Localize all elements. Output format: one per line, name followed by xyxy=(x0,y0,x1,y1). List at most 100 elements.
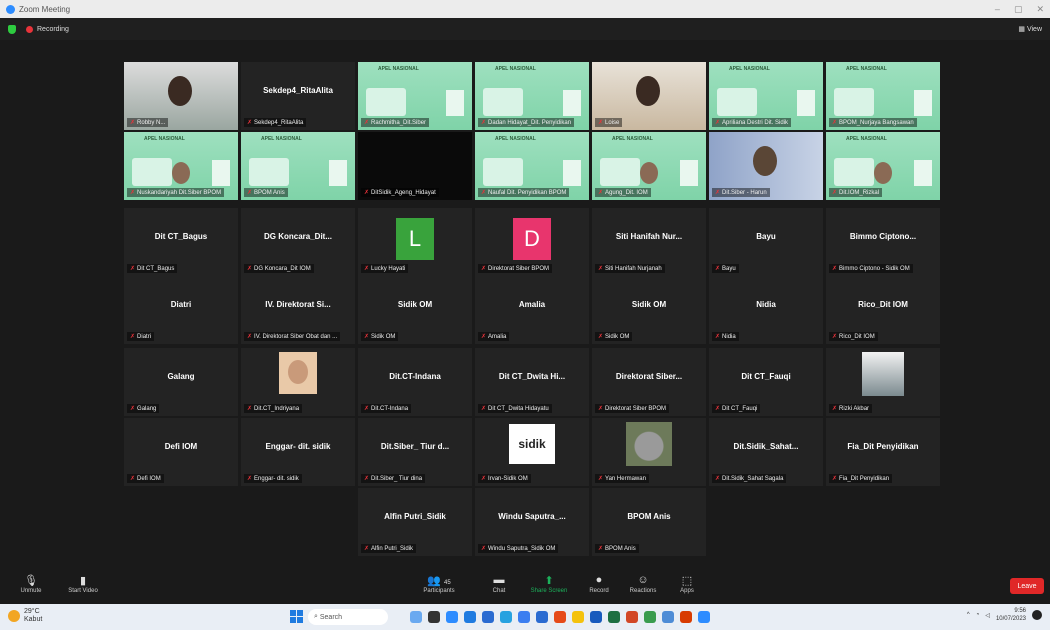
participant-tile[interactable]: APEL NASIONAL ✗ BPOM Anis xyxy=(241,132,355,200)
participant-tile[interactable]: DG Koncara_Dit... ✗ DG Koncara_Dit IOM xyxy=(241,208,355,276)
participant-tile[interactable]: ✗ Dit.CT_Indriyana xyxy=(241,348,355,416)
edge-icon[interactable] xyxy=(464,611,476,623)
participant-tile[interactable]: ✗ DitSidik_Ageng_Hidayat xyxy=(358,132,472,200)
participant-name-text: Direktorat Siber BPOM xyxy=(605,406,667,412)
windows-start-icon[interactable] xyxy=(290,610,303,623)
participant-tile[interactable]: Diatri ✗ Diatri xyxy=(124,276,238,344)
chrome-icon[interactable] xyxy=(554,611,566,623)
participant-tile[interactable]: APEL NASIONAL ✗ Apriliana Destri Dit. Sidi… xyxy=(709,62,823,130)
participant-tile[interactable]: Dit CT_Fauqi ✗ Dit CT_Fauqi xyxy=(709,348,823,416)
notification-icon[interactable] xyxy=(1032,610,1042,620)
participant-tile[interactable]: APEL NASIONAL ✗ Naufal Dit. Penyidikan BPO… xyxy=(475,132,589,200)
participant-tile[interactable]: APEL NASIONAL ✗ Nuskandariyah Dit.Siber BP… xyxy=(124,132,238,200)
close-icon[interactable]: ✕ xyxy=(1036,4,1044,15)
participant-tile[interactable]: Dit.CT-Indana ✗ Dit.CT-Indana xyxy=(358,348,472,416)
zoom-taskbar-icon[interactable] xyxy=(446,611,458,623)
participant-tile[interactable]: Rico_Dit IOM ✗ Rico_Dit IOM xyxy=(826,276,940,344)
outlook-icon[interactable] xyxy=(536,611,548,623)
share-screen-button[interactable]: ⬆ Share Screen xyxy=(524,574,574,594)
participant-tile[interactable]: sidik ✗ Irvan-Sidik OM xyxy=(475,418,589,486)
taskbar-search[interactable]: ⌕ Search xyxy=(308,609,388,625)
participant-tile[interactable]: Siti Hanifah Nur... ✗ Siti Hanifah Nurjana… xyxy=(592,208,706,276)
participant-tile[interactable]: APEL NASIONAL ✗ BPOM_Nurjaya Bangsawan xyxy=(826,62,940,130)
excel-icon[interactable] xyxy=(608,611,620,623)
widgets-icon[interactable] xyxy=(428,611,440,623)
poster-illustration xyxy=(834,158,874,186)
participant-tile[interactable]: Bayu ✗ Bayu xyxy=(709,208,823,276)
participant-tile[interactable]: ✗ Dit.Siber - Harun xyxy=(709,132,823,200)
record-label: Record xyxy=(589,588,609,594)
apps-button[interactable]: ⬚ Apps xyxy=(662,574,712,594)
zoom-app-icon[interactable] xyxy=(698,611,710,623)
participant-tile[interactable]: Nidia ✗ Nidia xyxy=(709,276,823,344)
participant-tile[interactable]: Amalia ✗ Amalia xyxy=(475,276,589,344)
wifi-icon[interactable]: ◔ xyxy=(976,612,980,618)
mail-icon[interactable] xyxy=(482,611,494,623)
participant-tile[interactable]: Fia_Dit Penyidikan ✗ Fia_Dit Penyidikan xyxy=(826,418,940,486)
task-view-icon[interactable] xyxy=(410,611,422,623)
participant-tile[interactable]: ✗ Yan Hermawan xyxy=(592,418,706,486)
minimize-icon[interactable]: – xyxy=(995,4,1000,15)
participant-name-text: DG Koncara_Dit IOM xyxy=(254,266,311,272)
participant-tile[interactable]: Dit.Siber_ Tiur d... ✗ Dit.Siber_ Tiur din… xyxy=(358,418,472,486)
participant-tile[interactable]: ✗ Loise xyxy=(592,62,706,130)
store-icon[interactable] xyxy=(644,611,656,623)
participant-display-name: Sidik OM xyxy=(631,300,667,309)
view-button[interactable]: ▦ View xyxy=(1018,25,1042,33)
start-video-button[interactable]: ▮ Start Video xyxy=(58,574,108,594)
participant-tile[interactable]: APEL NASIONAL ✗ Agung_Dit. IOM xyxy=(592,132,706,200)
participant-tile[interactable]: Dit CT_Bagus ✗ Dit CT_Bagus xyxy=(124,208,238,276)
participant-tile[interactable]: APEL NASIONAL ✗ Rachmitha_Dit.Siber xyxy=(358,62,472,130)
chevron-up-icon[interactable]: ^ xyxy=(967,612,970,618)
participant-tile[interactable]: ✗ Rizki Akbar xyxy=(826,348,940,416)
participant-name-label: ✗ Dit.Siber_ Tiur dina xyxy=(361,474,426,483)
participant-name-text: Irvan-Sidik OM xyxy=(488,476,528,482)
reactions-button[interactable]: ☺ Reactions xyxy=(618,574,668,594)
record-button[interactable]: ● Record xyxy=(574,574,624,594)
participant-tile[interactable]: Sekdep4_RitaAlita ✗ Sekdep4_RitaAlita xyxy=(241,62,355,130)
participant-tile[interactable]: Sidik OM ✗ Sidik OM xyxy=(592,276,706,344)
security-shield-icon[interactable] xyxy=(8,24,16,34)
participant-tile[interactable]: APEL NASIONAL ✗ Dadan Hidayat_Dit. Penyidi… xyxy=(475,62,589,130)
leave-button[interactable]: Leave xyxy=(1010,578,1044,594)
photos-icon[interactable] xyxy=(662,611,674,623)
participant-tile[interactable]: BPOM Anis ✗ BPOM Anis xyxy=(592,488,706,556)
browser-icon[interactable] xyxy=(518,611,530,623)
participant-name-label: ✗ Dit CT_Bagus xyxy=(127,264,178,273)
unmute-button[interactable]: 🎙 Unmute xyxy=(6,574,56,594)
participant-tile[interactable]: Galang ✗ Galang xyxy=(124,348,238,416)
telegram-icon[interactable] xyxy=(500,611,512,623)
participant-name-label: ✗ Fia_Dit Penyidikan xyxy=(829,474,893,483)
participant-tile[interactable]: Sidik OM ✗ Sidik OM xyxy=(358,276,472,344)
participant-name-label: ✗ Rizki Akbar xyxy=(829,404,873,413)
speaker-icon[interactable]: ◁ xyxy=(985,612,990,619)
participant-tile[interactable]: D ✗ Direktorat Siber BPOM xyxy=(475,208,589,276)
participant-name-label: ✗ Dit.CT-Indana xyxy=(361,404,412,413)
participant-tile[interactable]: Direktorat Siber... ✗ Direktorat Siber BPO… xyxy=(592,348,706,416)
mic-muted-icon: ✗ xyxy=(598,334,604,340)
word-icon[interactable] xyxy=(590,611,602,623)
participant-tile[interactable]: Dit CT_Dwita Hi... ✗ Dit CT_Dwita Hidayatu xyxy=(475,348,589,416)
participant-tile[interactable]: L ✗ Lucky Hayati xyxy=(358,208,472,276)
participant-tile[interactable]: Dit.Sidik_Sahat... ✗ Dit.Sidik_Sahat Sagal… xyxy=(709,418,823,486)
file-explorer-icon[interactable] xyxy=(572,611,584,623)
participant-tile[interactable]: IV. Direktorat Si... ✗ IV. Direktorat Sibe… xyxy=(241,276,355,344)
participant-tile[interactable]: Bimmo Ciptono... ✗ Bimmo Ciptono - Sidik O… xyxy=(826,208,940,276)
participant-tile[interactable]: Alfin Putri_Sidik ✗ Alfin Putri_Sidik xyxy=(358,488,472,556)
maximize-icon[interactable]: ▢ xyxy=(1014,4,1023,15)
office-icon[interactable] xyxy=(680,611,692,623)
participant-tile[interactable]: APEL NASIONAL ✗ Dit.IOM_Rizkal xyxy=(826,132,940,200)
chat-button[interactable]: ▬ Chat xyxy=(474,574,524,594)
participants-button[interactable]: 👥 45 Participants xyxy=(414,574,464,594)
recording-indicator[interactable]: Recording xyxy=(37,26,69,33)
participant-tile[interactable]: ✗ Robby N... xyxy=(124,62,238,130)
participant-tile[interactable]: Enggar- dit. sidik ✗ Enggar- dit. sidik xyxy=(241,418,355,486)
participant-display-name: Sidik OM xyxy=(397,300,433,309)
powerpoint-icon[interactable] xyxy=(626,611,638,623)
mic-muted-icon: ✗ xyxy=(130,406,136,412)
participant-tile[interactable]: Windu Saputra_... ✗ Windu Saputra_Sidik OM xyxy=(475,488,589,556)
share-screen-icon: ⬆ xyxy=(544,575,554,587)
clock[interactable]: 9:56 10/07/2023 xyxy=(996,607,1026,623)
participant-tile[interactable]: Defi IOM ✗ Defi IOM xyxy=(124,418,238,486)
weather-widget[interactable]: 29°C Kabut xyxy=(8,608,42,624)
